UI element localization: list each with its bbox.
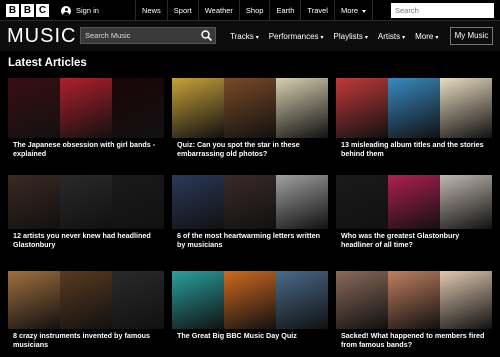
article-thumbnail — [172, 271, 328, 329]
article-thumbnail — [8, 78, 164, 138]
nav-weather[interactable]: Weather — [197, 0, 239, 21]
music-logo[interactable]: MUSIC — [7, 25, 76, 48]
thumb-panel — [8, 78, 60, 138]
nav-travel[interactable]: Travel — [300, 0, 334, 21]
thumb-panel — [172, 78, 224, 138]
sign-in-link[interactable]: Sign in — [61, 0, 99, 21]
section-title: Latest Articles — [8, 57, 87, 69]
thumb-panel — [276, 175, 328, 229]
thumb-panel — [112, 175, 164, 229]
thumb-panel — [388, 78, 440, 138]
chevron-down-icon: ▾ — [364, 34, 368, 41]
thumb-panel — [60, 271, 112, 329]
thumb-panel — [388, 271, 440, 329]
thumb-panel — [172, 271, 224, 329]
thumb-panel — [440, 175, 492, 229]
article-thumbnail — [172, 78, 328, 138]
article-title: 12 artists you never knew had headlined … — [13, 231, 151, 249]
article-card[interactable]: 8 crazy instruments invented by famous m… — [8, 271, 164, 356]
article-title: Sacked! What happened to members fired f… — [341, 331, 485, 349]
article-thumbnail — [8, 271, 164, 329]
music-header: MUSIC Tracks▾ Performances▾ Playlists▾ A… — [0, 21, 500, 51]
article-title: 13 misleading album titles and the stori… — [341, 140, 484, 158]
chevron-down-icon: ▾ — [435, 34, 439, 41]
article-thumbnail — [336, 271, 492, 329]
article-title: Quiz: Can you spot the star in these emb… — [177, 140, 300, 158]
sign-in-label: Sign in — [76, 6, 99, 15]
article-thumbnail — [336, 78, 492, 138]
nav-shop[interactable]: Shop — [238, 0, 270, 21]
thumb-panel — [60, 78, 112, 138]
article-card[interactable]: 13 misleading album titles and the stori… — [336, 78, 492, 163]
music-nav-more[interactable]: More ▾ — [415, 32, 438, 41]
thumb-panel — [336, 271, 388, 329]
article-card[interactable]: 6 of the most heartwarming letters writt… — [172, 175, 328, 260]
article-card[interactable]: Who was the greatest Glastonbury headlin… — [336, 175, 492, 260]
music-nav-artists[interactable]: Artists ▾ — [378, 32, 405, 41]
thumb-panel — [388, 175, 440, 229]
article-card[interactable]: Sacked! What happened to members fired f… — [336, 271, 492, 356]
chevron-down-icon: ▾ — [255, 34, 259, 41]
article-title: 6 of the most heartwarming letters writt… — [177, 231, 320, 249]
article-thumbnail — [172, 175, 328, 229]
bbc-global-nav: News Sport Weather Shop Earth Travel Mor… — [135, 0, 374, 21]
thumb-panel — [276, 271, 328, 329]
bbc-search-input[interactable] — [391, 3, 494, 18]
bbc-top-bar: B B C Sign in News Sport Weather Shop Ea… — [0, 0, 500, 21]
bbc-logo[interactable]: B B C — [6, 4, 49, 17]
bbc-logo-letter: C — [36, 4, 49, 17]
thumb-panel — [336, 175, 388, 229]
search-icon[interactable] — [200, 29, 213, 42]
thumb-panel — [276, 78, 328, 138]
thumb-panel — [172, 175, 224, 229]
article-thumbnail — [8, 175, 164, 229]
article-card[interactable]: Quiz: Can you spot the star in these emb… — [172, 78, 328, 163]
thumb-panel — [224, 271, 276, 329]
article-thumbnail — [336, 175, 492, 229]
music-nav-performances[interactable]: Performances ▾ — [269, 32, 324, 41]
music-search-input[interactable] — [81, 28, 199, 43]
user-icon — [61, 5, 71, 16]
article-card[interactable]: The Japanese obsession with girl bands -… — [8, 78, 164, 163]
thumb-panel — [112, 271, 164, 329]
thumb-panel — [336, 78, 388, 138]
article-title: The Great Big BBC Music Day Quiz — [177, 331, 297, 340]
thumb-panel — [224, 175, 276, 229]
bbc-logo-letter: B — [6, 4, 19, 17]
nav-news[interactable]: News — [135, 0, 167, 21]
chevron-down-icon: ▾ — [402, 34, 406, 41]
article-title: 8 crazy instruments invented by famous m… — [13, 331, 151, 349]
article-title: The Japanese obsession with girl bands -… — [13, 140, 156, 158]
article-card[interactable]: The Great Big BBC Music Day Quiz — [172, 271, 328, 356]
music-search-box — [80, 27, 216, 44]
my-music-button[interactable]: My Music — [450, 27, 493, 45]
nav-more[interactable]: More — [333, 0, 374, 21]
nav-earth[interactable]: Earth — [269, 0, 300, 21]
thumb-panel — [8, 175, 60, 229]
thumb-panel — [440, 271, 492, 329]
thumb-panel — [224, 78, 276, 138]
article-title: Who was the greatest Glastonbury headlin… — [341, 231, 460, 249]
thumb-panel — [112, 78, 164, 138]
article-card[interactable]: 12 artists you never knew had headlined … — [8, 175, 164, 260]
thumb-panel — [440, 78, 492, 138]
thumb-panel — [60, 175, 112, 229]
music-nav-playlists[interactable]: Playlists ▾ — [334, 32, 368, 41]
music-nav-tracks[interactable]: Tracks ▾ — [230, 32, 259, 41]
thumb-panel — [8, 271, 60, 329]
bbc-logo-letter: B — [21, 4, 34, 17]
chevron-down-icon: ▾ — [320, 34, 324, 41]
music-nav: Tracks ▾ Performances ▾ Playlists ▾ Artists… — [230, 21, 448, 51]
nav-sport[interactable]: Sport — [166, 0, 198, 21]
